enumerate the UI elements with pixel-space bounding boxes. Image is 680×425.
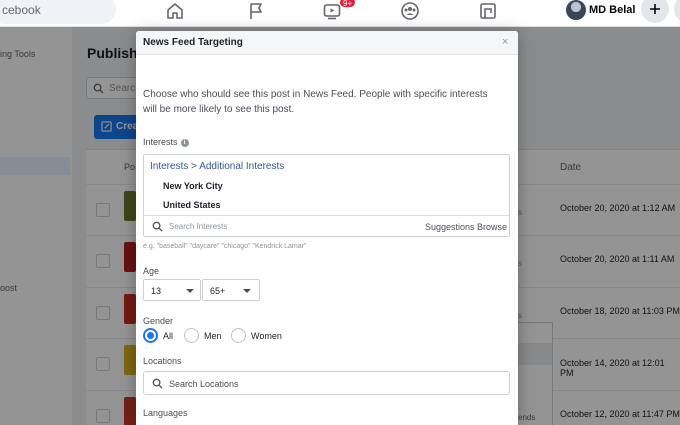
dialog-title: News Feed Targeting	[143, 37, 243, 48]
locations-search-input[interactable]: Search Locations	[143, 371, 510, 395]
age-min-select[interactable]: 13	[143, 279, 201, 301]
browse-link[interactable]: Browse	[477, 222, 507, 232]
interests-box: Interests > Additional Interests New Yor…	[143, 154, 510, 237]
search-icon	[152, 221, 163, 232]
gender-radio-women[interactable]	[231, 328, 246, 343]
gaming-icon[interactable]	[478, 1, 498, 21]
facebook-search-input[interactable]: cebook	[0, 0, 116, 24]
gender-label: Gender	[143, 316, 174, 326]
create-plus-button[interactable]	[641, 0, 669, 23]
age-min-value: 13	[151, 286, 162, 296]
gender-radio-men[interactable]	[184, 328, 199, 343]
interest-item[interactable]: New York City	[163, 181, 223, 191]
interests-search-input[interactable]: Search Interests Suggestions Browse	[144, 215, 509, 237]
gender-radio-all[interactable]	[143, 328, 158, 343]
avatar[interactable]	[566, 0, 586, 20]
chevron-down-icon	[186, 289, 194, 293]
age-max-value: 65+	[210, 286, 226, 296]
close-icon[interactable]: ×	[502, 36, 508, 48]
news-feed-targeting-dialog: News Feed Targeting × Choose who should …	[136, 31, 518, 425]
dialog-header: News Feed Targeting ×	[136, 31, 518, 55]
info-icon[interactable]: i	[180, 139, 189, 147]
gender-option-men[interactable]: Men	[204, 331, 222, 341]
languages-label: Languages	[143, 408, 188, 418]
locations-placeholder: Search Locations	[169, 379, 239, 389]
facebook-search-text: cebook	[2, 3, 41, 17]
notification-badge: 9+	[339, 0, 357, 8]
age-label: Age	[143, 266, 160, 276]
top-navigation-bar: cebook 9+ MD Belal	[0, 0, 680, 27]
chevron-down-icon	[243, 289, 251, 293]
dialog-description: Choose who should see this post in News …	[143, 89, 488, 115]
interest-item[interactable]: United States	[163, 200, 221, 210]
age-max-select[interactable]: 65+	[202, 279, 260, 301]
interests-breadcrumb[interactable]: Interests > Additional Interests	[150, 161, 284, 172]
gender-option-all[interactable]: All	[163, 331, 173, 341]
groups-icon[interactable]	[400, 1, 420, 21]
locations-label: Locations	[143, 356, 182, 366]
interests-label: Interests i	[143, 137, 189, 147]
gender-option-women[interactable]: Women	[251, 331, 282, 341]
suggestions-link[interactable]: Suggestions	[425, 222, 475, 232]
home-icon[interactable]	[165, 1, 185, 21]
search-icon	[152, 378, 163, 389]
user-name[interactable]: MD Belal	[589, 4, 635, 16]
interests-example-hint: e.g. "baseball" "daycare" "chicago" "Ken…	[143, 243, 307, 250]
messenger-button[interactable]	[674, 0, 680, 23]
pages-flag-icon[interactable]	[246, 1, 266, 21]
plus-icon	[650, 4, 660, 14]
interests-search-placeholder: Search Interests	[169, 222, 228, 231]
